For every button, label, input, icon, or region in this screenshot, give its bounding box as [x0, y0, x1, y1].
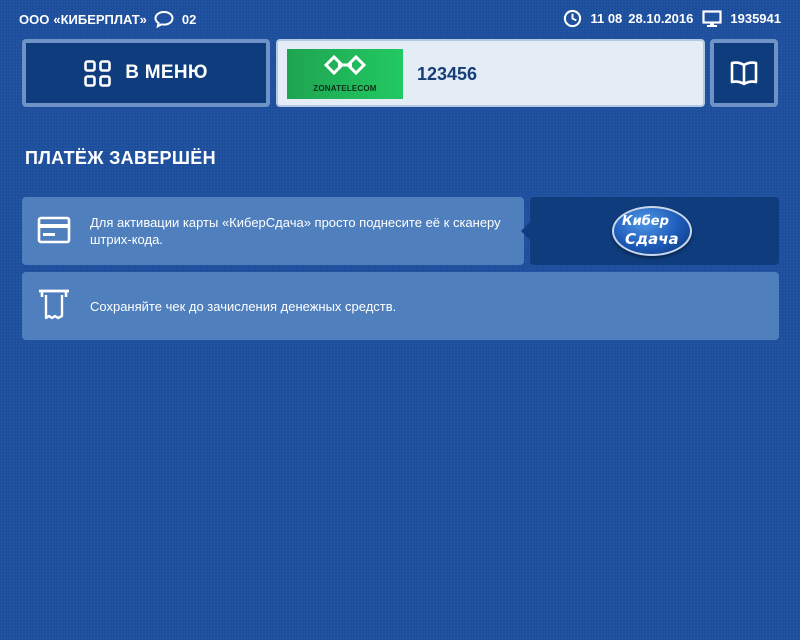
cyber-logo-line2: Сдача: [625, 230, 679, 248]
receipt-icon: [39, 289, 69, 320]
grid-menu-icon: [84, 59, 111, 87]
org-name: «КИБЕРПЛАТ»: [53, 11, 147, 27]
info-row-receipt: Сохраняйте чек до зачисления денежных ср…: [22, 272, 779, 340]
monitor-icon: [702, 9, 722, 27]
provider-logo: ZONATELECOM: [287, 49, 403, 99]
menu-button[interactable]: В МЕНЮ: [22, 39, 270, 107]
info-row-text: Для активации карты «КиберСдача» просто …: [90, 215, 501, 247]
provider-panel: ZONATELECOM 123456: [276, 39, 705, 107]
menu-button-label: В МЕНЮ: [125, 62, 208, 83]
zonatelecom-logo-icon: [323, 54, 367, 76]
current-date: 28.10.2016: [628, 11, 694, 26]
org-prefix: ООО: [19, 11, 50, 27]
info-row-card-activation: Для активации карты «КиберСдача» просто …: [22, 197, 524, 265]
help-book-button[interactable]: [710, 39, 778, 107]
info-row-text: Сохраняйте чек до зачисления денежных ср…: [90, 299, 397, 314]
book-icon: [730, 61, 758, 86]
top-status-bar: ООО «КИБЕРПЛАТ» 02 11 08 28.10.2016 1935…: [0, 0, 800, 36]
page-title: ПЛАТЁЖ ЗАВЕРШЁН: [25, 148, 216, 168]
current-time: 11 08: [590, 11, 623, 26]
card-icon: [37, 216, 71, 244]
account-number: 123456: [417, 64, 478, 84]
message-icon[interactable]: [154, 10, 174, 28]
cyber-change-logo: Кибер Сдача: [612, 206, 692, 256]
organization-info: ООО «КИБЕРПЛАТ» 02: [19, 10, 196, 28]
terminal-id: 1935941: [730, 11, 781, 26]
provider-logo-text: ZONATELECOM: [313, 84, 377, 93]
cyber-logo-line1: Кибер: [622, 214, 669, 229]
clock-icon: [564, 9, 582, 28]
messages-count: 02: [181, 11, 197, 27]
cyber-change-panel: Кибер Сдача: [521, 197, 779, 265]
datetime-terminal-info: 11 08 28.10.2016 1935941: [563, 9, 781, 28]
